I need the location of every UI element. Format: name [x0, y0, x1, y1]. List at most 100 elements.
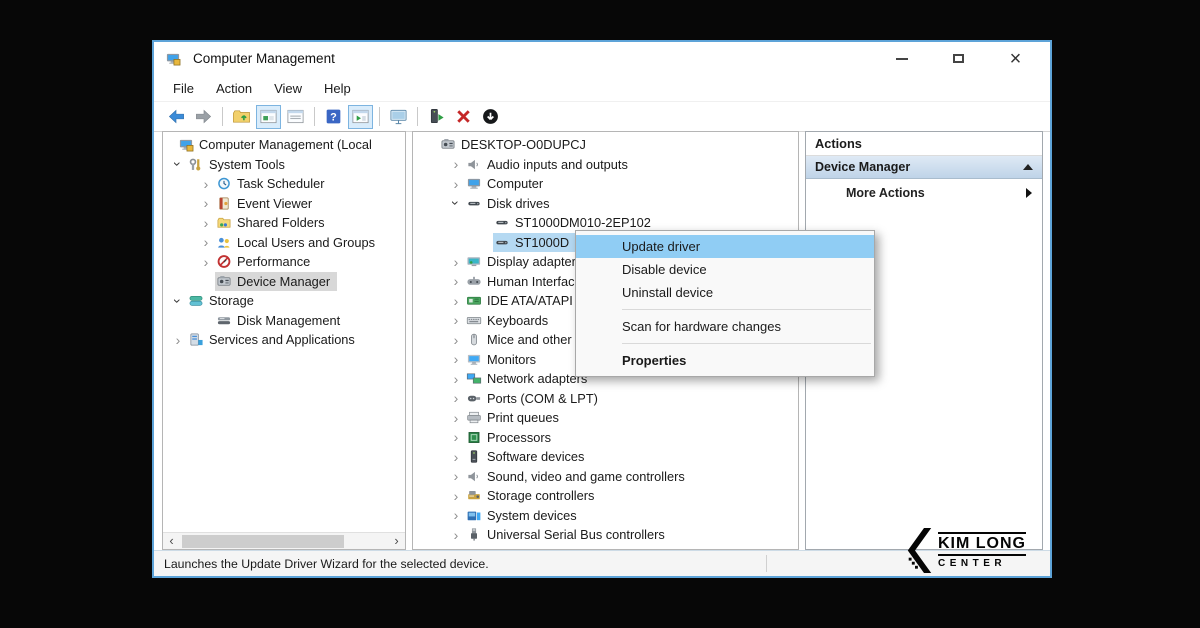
tree-item-label: Universal Serial Bus controllers	[487, 527, 668, 542]
tree-item-shared-folders[interactable]: ›Shared Folders	[163, 213, 405, 233]
remote-window-button[interactable]	[386, 105, 411, 129]
scroll-left-icon[interactable]: ‹	[163, 533, 180, 549]
chevron-collapsed-icon[interactable]: ›	[197, 235, 215, 249]
chevron-collapsed-icon[interactable]: ›	[447, 430, 465, 444]
item-box: Computer	[465, 174, 550, 193]
tree-item-audio-inputs-and-outputs[interactable]: ›Audio inputs and outputs	[413, 155, 798, 175]
tree-item-storage-controllers[interactable]: ›Storage controllers	[413, 486, 798, 506]
display-adapter-icon	[465, 254, 482, 270]
up-one-level-button[interactable]	[229, 105, 254, 129]
tree-item-system-devices[interactable]: ›System devices	[413, 506, 798, 526]
context-menu-item-scan-for-hardware-changes[interactable]: Scan for hardware changes	[576, 315, 874, 338]
tree-item-label: Services and Applications	[209, 332, 358, 347]
menu-view[interactable]: View	[263, 78, 313, 99]
chevron-collapsed-icon[interactable]: ›	[447, 450, 465, 464]
tree-item-services-and-applications[interactable]: › Services and Applications	[163, 330, 405, 350]
chevron-collapsed-icon[interactable]: ›	[447, 255, 465, 269]
chevron-collapsed-icon[interactable]: ›	[447, 411, 465, 425]
context-menu-item-properties[interactable]: Properties	[576, 349, 874, 372]
tree-item-software-devices[interactable]: ›Software devices	[413, 447, 798, 467]
tree-item-label: Sound, video and game controllers	[487, 469, 688, 484]
chevron-collapsed-icon[interactable]: ›	[447, 372, 465, 386]
forward-arrow-button[interactable]	[191, 105, 216, 129]
chevron-collapsed-icon[interactable]: ›	[447, 528, 465, 542]
disable-device-button[interactable]	[478, 105, 503, 129]
chevron-collapsed-icon[interactable]: ›	[447, 352, 465, 366]
tree-item-computer[interactable]: ›Computer	[413, 174, 798, 194]
tree-item-ports-com-lpt[interactable]: ›Ports (COM & LPT)	[413, 389, 798, 409]
context-menu-item-uninstall-device[interactable]: Uninstall device	[576, 281, 874, 304]
uninstall-device-button[interactable]	[451, 105, 476, 129]
item-box: Computer Management (Local	[177, 135, 379, 154]
title-bar[interactable]: Computer Management ×	[154, 42, 1050, 75]
tree-item-event-viewer[interactable]: ›Event Viewer	[163, 194, 405, 214]
show-console-tree-button[interactable]	[256, 105, 281, 129]
tree-item-label: Processors	[487, 430, 554, 445]
more-actions-item[interactable]: More Actions	[806, 179, 1042, 206]
chevron-collapsed-icon[interactable]: ›	[447, 157, 465, 171]
chevron-collapsed-icon[interactable]: ›	[447, 294, 465, 308]
tree-item-sound-video-and-game-controllers[interactable]: › Sound, video and game controllers	[413, 467, 798, 487]
chevron-collapsed-icon[interactable]: ›	[197, 255, 215, 269]
chevron-up-icon[interactable]	[1023, 164, 1033, 170]
item-box: Display adapters	[465, 252, 589, 271]
item-box: Software devices	[465, 447, 591, 466]
chevron-collapsed-icon[interactable]: ›	[447, 508, 465, 522]
back-arrow-button[interactable]	[164, 105, 189, 129]
tree-item-processors[interactable]: › Processors	[413, 428, 798, 448]
horizontal-scrollbar[interactable]: ‹ ›	[163, 532, 405, 549]
console-tree-pane: Computer Management (Local›System Tools›…	[162, 131, 406, 550]
chevron-expanded-icon[interactable]: ›	[171, 155, 185, 173]
chevron-collapsed-icon[interactable]: ›	[447, 313, 465, 327]
scrollbar-thumb[interactable]	[182, 535, 344, 548]
tree-item-performance[interactable]: ›Performance	[163, 252, 405, 272]
tree-item-disk-drives[interactable]: ›Disk drives	[413, 194, 798, 214]
chevron-collapsed-icon[interactable]: ›	[197, 216, 215, 230]
tree-item-disk-management[interactable]: Disk Management	[163, 311, 405, 331]
scrollbar-track[interactable]	[180, 533, 388, 549]
tree-item-device-manager[interactable]: Device Manager	[163, 272, 405, 292]
minimize-button[interactable]	[873, 42, 930, 75]
chevron-collapsed-icon[interactable]: ›	[447, 391, 465, 405]
menu-help[interactable]: Help	[313, 78, 362, 99]
show-action-pane-icon	[351, 107, 370, 126]
chevron-collapsed-icon[interactable]: ›	[447, 274, 465, 288]
chevron-collapsed-icon[interactable]: ›	[169, 333, 187, 347]
chevron-collapsed-icon[interactable]: ›	[197, 177, 215, 191]
tree-item-desktop-o0dupcj[interactable]: DESKTOP-O0DUPCJ	[413, 135, 798, 155]
chevron-collapsed-icon[interactable]: ›	[447, 177, 465, 191]
actions-group-header[interactable]: Device Manager	[806, 156, 1042, 179]
export-list-button[interactable]	[283, 105, 308, 129]
system-device-icon	[465, 507, 482, 523]
chevron-collapsed-icon[interactable]: ›	[197, 196, 215, 210]
close-button[interactable]: ×	[987, 42, 1044, 75]
chevron-expanded-icon[interactable]: ›	[449, 194, 463, 212]
chevron-collapsed-icon[interactable]: ›	[447, 489, 465, 503]
tree-item-system-tools[interactable]: ›System Tools	[163, 155, 405, 175]
context-menu-item-update-driver[interactable]: Update driver	[576, 235, 874, 258]
context-menu-item-disable-device[interactable]: Disable device	[576, 258, 874, 281]
show-action-pane-button[interactable]	[348, 105, 373, 129]
tree-item-label: ST1000D	[515, 235, 572, 250]
chevron-collapsed-icon[interactable]: ›	[447, 333, 465, 347]
maximize-button[interactable]	[930, 42, 987, 75]
forward-arrow-icon	[194, 107, 213, 126]
tree-item-print-queues[interactable]: ›Print queues	[413, 408, 798, 428]
tree-item-local-users-and-groups[interactable]: ›Local Users and Groups	[163, 233, 405, 253]
chevron-expanded-icon[interactable]: ›	[171, 292, 185, 310]
processor-icon	[465, 429, 482, 445]
toolbar-separator	[222, 107, 223, 126]
menu-action[interactable]: Action	[205, 78, 263, 99]
item-box: Sound, video and game controllers	[465, 467, 692, 486]
tree-item-computer-management-local[interactable]: Computer Management (Local	[163, 135, 405, 155]
help-button[interactable]: ?	[321, 105, 346, 129]
menu-file[interactable]: File	[162, 78, 205, 99]
tree-item-task-scheduler[interactable]: ›Task Scheduler	[163, 174, 405, 194]
kim-long-center-logo: KIM LONG CENTER	[906, 527, 1026, 574]
update-driver-button[interactable]	[424, 105, 449, 129]
item-box: Storage controllers	[465, 486, 601, 505]
chevron-collapsed-icon[interactable]: ›	[447, 469, 465, 483]
tree-item-universal-serial-bus-controllers[interactable]: › Universal Serial Bus controllers	[413, 525, 798, 545]
scroll-right-icon[interactable]: ›	[388, 533, 405, 549]
tree-item-storage[interactable]: ›Storage	[163, 291, 405, 311]
